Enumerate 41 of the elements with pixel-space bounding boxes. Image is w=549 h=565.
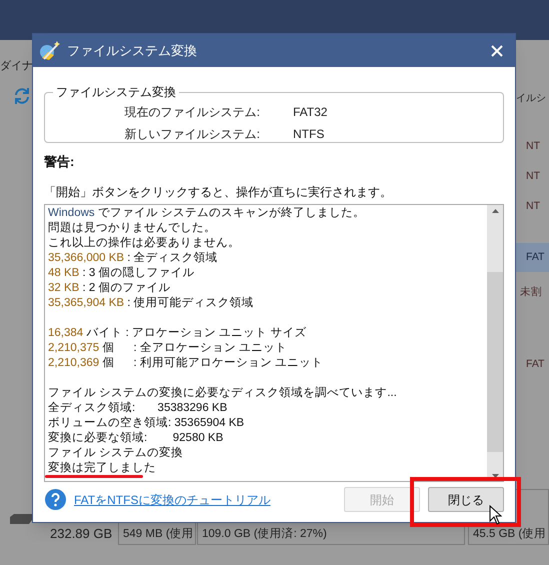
- refresh-icon: [12, 86, 32, 106]
- toolbar-label: ダイナ: [0, 59, 33, 74]
- table-cell-text: NT: [525, 168, 541, 184]
- log-line: ボリュームの空き領域: 35365904 KB: [48, 416, 244, 430]
- dialog-button[interactable]: 閉じる: [428, 487, 504, 512]
- log-line: 48 KB : 3 個の隠しファイル: [48, 266, 195, 280]
- log-line: ファイル システムの変換: [48, 446, 184, 460]
- field-value: NTFS: [293, 126, 324, 143]
- field-label: 現在のファイルシステム:: [124, 104, 260, 121]
- close-icon[interactable]: [491, 44, 503, 56]
- log-line: Windows でファイル システムのスキャンが終了しました。: [48, 206, 366, 220]
- log-line: 16,384 バイト : アロケーション ユニット サイズ: [48, 326, 306, 340]
- log-line: ファイル システムの変換に必要なディスク領域を調べています...: [48, 386, 397, 400]
- log-line: 2,210,375 個 : 全アロケーション ユニット: [48, 340, 288, 356]
- disk-size: 232.89 GB: [50, 525, 112, 543]
- log-line: 全ディスク領域: 35383296 KB: [48, 400, 228, 416]
- log-line: 問題は見つかりませんでした。: [48, 220, 216, 236]
- wand-icon: [39, 40, 61, 62]
- group-title: ファイルシステム変換: [55, 84, 177, 101]
- log-line: 2,210,369 個 : 利用可能アロケーション ユニット: [48, 356, 324, 370]
- field-label: 新しいファイルシステム:: [124, 126, 260, 143]
- table-cell-text: NT: [525, 138, 541, 154]
- table-cell-text: FAT: [525, 356, 546, 372]
- warning-title: 警告:: [44, 153, 76, 171]
- log-line: 変換に必要な領域: 92580 KB: [48, 430, 224, 446]
- scroll-up-icon[interactable]: [492, 208, 498, 212]
- table-cell: FAT: [516, 243, 549, 272]
- dialog-title: ファイルシステム変換: [67, 42, 197, 60]
- warning-text: 「開始」ボタンをクリックすると、操作が直ちに実行されます。: [44, 184, 393, 200]
- table-cell-text: 未割: [519, 284, 543, 300]
- log-line: 変換は完了しました: [48, 460, 156, 476]
- column-header: イルシ: [516, 92, 546, 106]
- scroll-thumb[interactable]: [487, 272, 503, 452]
- help-icon[interactable]: [45, 489, 66, 510]
- log-line: 32 KB : 2 個のファイル: [48, 280, 171, 296]
- log-line: 35,366,000 KB : 全ディスク領域: [48, 250, 218, 266]
- log-line: 35,365,904 KB : 使用可能ディスク領域: [48, 296, 254, 310]
- field-value: FAT32: [293, 104, 328, 121]
- table-cell-text: NT: [525, 198, 541, 214]
- log-line: これ以上の操作は必要ありません。: [48, 236, 240, 250]
- scroll-down-icon[interactable]: [492, 474, 498, 478]
